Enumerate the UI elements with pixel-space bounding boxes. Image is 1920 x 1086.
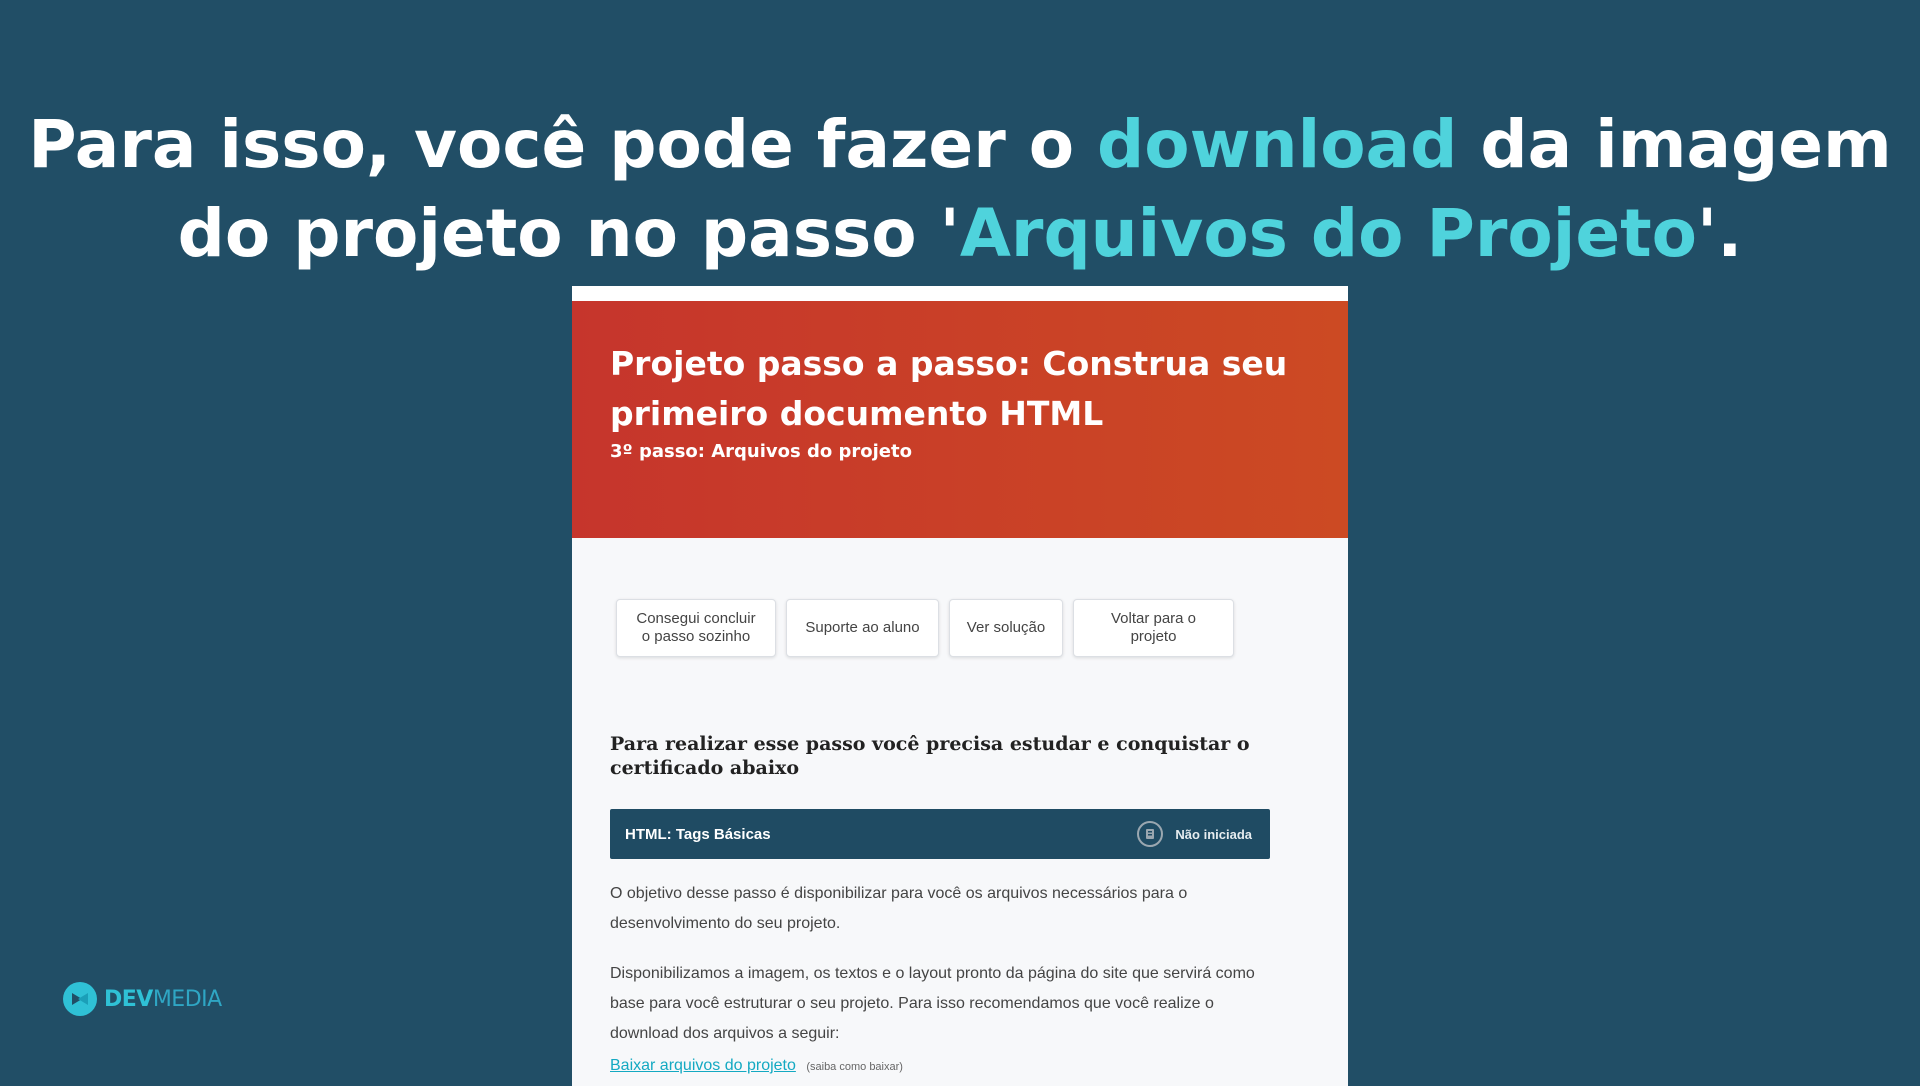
- headline-text: do projeto no passo ': [177, 195, 960, 272]
- step-title: Projeto passo a passo: Construa seu prim…: [610, 344, 1288, 433]
- devmedia-logo-icon: [63, 982, 97, 1016]
- headline-line-2: do projeto no passo 'Arquivos do Projeto…: [0, 189, 1920, 278]
- logo-wordmark: DEVMEDIA: [104, 986, 222, 1012]
- back-to-project-button[interactable]: Voltar para o projeto: [1073, 599, 1234, 657]
- headline-highlight: download: [1097, 106, 1458, 183]
- student-support-button[interactable]: Suporte ao aluno: [786, 599, 939, 657]
- slide-headline: Para isso, você pode fazer o download da…: [0, 100, 1920, 278]
- content-paragraph: Disponibilizamos a imagem, os textos e o…: [610, 965, 1255, 1042]
- headline-highlight: Arquivos do Projeto: [959, 195, 1698, 272]
- view-solution-button[interactable]: Ver solução: [949, 599, 1063, 657]
- step-banner: Projeto passo a passo: Construa seu prim…: [572, 301, 1348, 538]
- download-project-files-link[interactable]: Baixar arquivos do projeto: [610, 1057, 796, 1074]
- headline-line-1: Para isso, você pode fazer o download da…: [0, 100, 1920, 189]
- certificate-row[interactable]: HTML: Tags Básicas Não iniciada: [610, 809, 1270, 859]
- headline-text: da imagem: [1457, 106, 1892, 183]
- completed-alone-button[interactable]: Consegui concluir o passo sozinho: [616, 599, 776, 657]
- devmedia-logo: DEVMEDIA: [62, 981, 222, 1017]
- panel-top-strip: [572, 286, 1348, 301]
- certificate-status-group: Não iniciada: [1137, 821, 1252, 847]
- download-row: Baixar arquivos do projeto (saiba como b…: [610, 1057, 1348, 1075]
- download-help-link[interactable]: (saiba como baixar): [806, 1061, 903, 1073]
- step-actions: Consegui concluir o passo sozinho Suport…: [616, 599, 1348, 657]
- content-paragraph: O objetivo desse passo é disponibilizar …: [610, 885, 1188, 932]
- certificate-name: HTML: Tags Básicas: [625, 825, 771, 843]
- step-subtitle: 3º passo: Arquivos do projeto: [610, 441, 912, 462]
- headline-text: '.: [1697, 195, 1743, 272]
- headline-text: Para isso, você pode fazer o: [28, 106, 1098, 183]
- badge-icon: [1137, 821, 1164, 847]
- certificate-status: Não iniciada: [1175, 826, 1252, 842]
- requirement-heading: Para realizar esse passo você precisa es…: [610, 733, 1250, 779]
- screenshot-panel: Projeto passo a passo: Construa seu prim…: [572, 286, 1348, 1086]
